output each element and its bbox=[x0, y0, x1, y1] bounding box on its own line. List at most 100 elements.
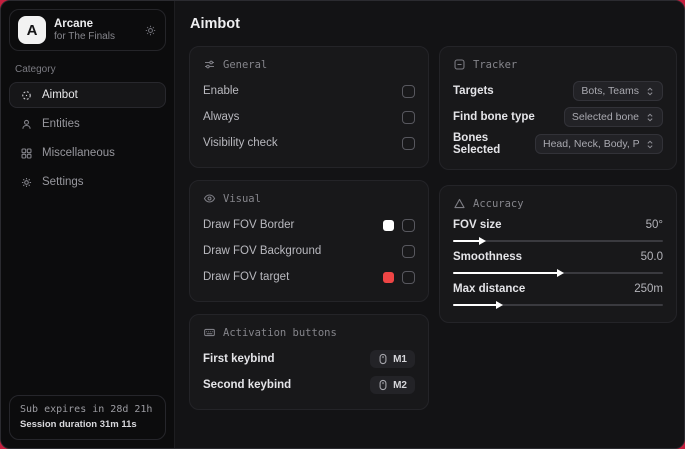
category-label: Category bbox=[15, 64, 56, 75]
scan-icon bbox=[453, 58, 466, 71]
visual-card-header: Visual bbox=[203, 192, 415, 205]
setting-label: Bones Selected bbox=[453, 132, 501, 156]
setting-label: Draw FOV Background bbox=[203, 245, 322, 257]
always-checkbox[interactable] bbox=[402, 110, 415, 124]
slider-value: 250m bbox=[634, 283, 663, 295]
setting-label: Find bone type bbox=[453, 111, 535, 123]
sidebar: A Arcane for The Finals Category Aimbot … bbox=[1, 1, 175, 448]
activation-card-title: Activation buttons bbox=[223, 326, 337, 339]
draw-fov-target-checkbox[interactable] bbox=[402, 270, 415, 284]
general-card: General Enable Always Visibility check bbox=[189, 46, 429, 168]
setting-row-second-keybind: Second keybind M2 bbox=[203, 374, 415, 396]
keyboard-icon bbox=[203, 326, 216, 339]
keybind-value: M2 bbox=[393, 379, 407, 391]
settings-gear-icon[interactable] bbox=[144, 24, 157, 37]
app-subtitle: for The Finals bbox=[54, 30, 115, 42]
setting-label: Draw FOV Border bbox=[203, 219, 295, 231]
find-bone-type-select[interactable]: Selected bone bbox=[563, 107, 663, 127]
tracker-card-header: Tracker bbox=[453, 58, 663, 71]
slider-label: Max distance bbox=[453, 283, 526, 295]
setting-row-first-keybind: First keybind M1 bbox=[203, 348, 415, 370]
column-right: Tracker Targets Bots, Teams Find bone ty… bbox=[439, 46, 677, 323]
visibility-check-checkbox[interactable] bbox=[402, 136, 415, 150]
brand-card: A Arcane for The Finals bbox=[9, 9, 166, 51]
general-card-header: General bbox=[203, 58, 415, 71]
app-name: Arcane bbox=[54, 17, 93, 30]
visual-card-title: Visual bbox=[223, 192, 261, 205]
keybind-value: M1 bbox=[393, 353, 407, 365]
triangle-icon bbox=[453, 197, 466, 210]
visual-card: Visual Draw FOV Border Draw FOV Backgrou… bbox=[189, 180, 429, 302]
setting-label: Always bbox=[203, 111, 240, 123]
max-distance-slider[interactable] bbox=[453, 301, 663, 309]
chevron-up-down-icon bbox=[645, 139, 655, 150]
sub-expires-text: Sub expires in 28d 21h bbox=[20, 404, 153, 415]
tracker-card-title: Tracker bbox=[473, 58, 518, 71]
setting-label: Visibility check bbox=[203, 137, 278, 149]
mouse-icon bbox=[378, 379, 388, 391]
eye-icon bbox=[203, 192, 216, 205]
sidebar-item-settings[interactable]: Settings bbox=[9, 169, 166, 195]
chevron-up-down-icon bbox=[645, 86, 655, 97]
activation-card: Activation buttons First keybind M1 Seco… bbox=[189, 314, 429, 410]
setting-row-enable: Enable bbox=[203, 80, 415, 102]
sliders-icon bbox=[203, 58, 216, 71]
sidebar-item-miscellaneous[interactable]: Miscellaneous bbox=[9, 140, 166, 166]
setting-label: Enable bbox=[203, 85, 239, 97]
session-duration-text: Session duration 31m 11s bbox=[20, 419, 137, 430]
slider-value: 50.0 bbox=[640, 251, 663, 263]
draw-fov-background-checkbox[interactable] bbox=[402, 244, 415, 258]
accuracy-card-header: Accuracy bbox=[453, 197, 663, 210]
accuracy-card-title: Accuracy bbox=[473, 197, 524, 210]
app-window: A Arcane for The Finals Category Aimbot … bbox=[0, 0, 685, 449]
setting-row-draw-fov-background: Draw FOV Background bbox=[203, 240, 415, 262]
activation-card-header: Activation buttons bbox=[203, 326, 415, 339]
smoothness-slider[interactable] bbox=[453, 269, 663, 277]
fov-size-slider[interactable] bbox=[453, 237, 663, 245]
setting-row-visibility-check: Visibility check bbox=[203, 132, 415, 154]
sidebar-item-label: Miscellaneous bbox=[42, 147, 115, 159]
setting-label: Second keybind bbox=[203, 379, 292, 391]
accuracy-card: Accuracy FOV size 50° Smoothness 50.0 Ma… bbox=[439, 185, 677, 323]
setting-label: First keybind bbox=[203, 353, 275, 365]
sidebar-item-entities[interactable]: Entities bbox=[9, 111, 166, 137]
chevron-up-down-icon bbox=[645, 112, 655, 123]
slider-label: Smoothness bbox=[453, 251, 523, 263]
select-value: Bots, Teams bbox=[581, 85, 639, 97]
targets-select[interactable]: Bots, Teams bbox=[573, 81, 663, 101]
setting-row-bones-selected: Bones Selected Head, Neck, Body, Pe.. bbox=[453, 132, 663, 156]
fov-target-color-swatch[interactable] bbox=[383, 271, 394, 283]
select-value: Selected bone bbox=[571, 111, 639, 123]
fov-border-color-swatch[interactable] bbox=[383, 219, 394, 231]
crosshair-icon bbox=[20, 89, 33, 102]
setting-row-draw-fov-target: Draw FOV target bbox=[203, 266, 415, 288]
setting-row-find-bone-type: Find bone type Selected bone bbox=[453, 106, 663, 128]
slider-fill bbox=[453, 269, 564, 277]
second-keybind-button[interactable]: M2 bbox=[370, 376, 415, 394]
bones-selected-select[interactable]: Head, Neck, Body, Pe.. bbox=[535, 134, 663, 154]
first-keybind-button[interactable]: M1 bbox=[370, 350, 415, 368]
session-card: Sub expires in 28d 21h Session duration … bbox=[9, 395, 166, 440]
setting-label: Draw FOV target bbox=[203, 271, 290, 283]
setting-label: Targets bbox=[453, 85, 494, 97]
enable-checkbox[interactable] bbox=[402, 84, 415, 98]
max-distance-slider-block: Max distance 250m bbox=[453, 283, 663, 309]
sidebar-item-aimbot[interactable]: Aimbot bbox=[9, 82, 166, 108]
tracker-card: Tracker Targets Bots, Teams Find bone ty… bbox=[439, 46, 677, 170]
slider-fill bbox=[453, 237, 487, 245]
sidebar-nav: Aimbot Entities Miscellaneous Settings bbox=[9, 82, 166, 195]
slider-value: 50° bbox=[645, 219, 663, 231]
slider-label: FOV size bbox=[453, 219, 502, 231]
page-title: Aimbot bbox=[190, 16, 240, 32]
brand-text: Arcane for The Finals bbox=[54, 18, 136, 43]
sidebar-item-label: Entities bbox=[42, 118, 80, 130]
select-value: Head, Neck, Body, Pe.. bbox=[543, 138, 639, 150]
smoothness-slider-block: Smoothness 50.0 bbox=[453, 251, 663, 277]
column-left: General Enable Always Visibility check V… bbox=[189, 46, 429, 410]
columns: General Enable Always Visibility check V… bbox=[189, 46, 677, 410]
slider-fill bbox=[453, 301, 504, 309]
draw-fov-border-checkbox[interactable] bbox=[402, 218, 415, 232]
sidebar-item-label: Aimbot bbox=[42, 89, 78, 101]
sidebar-item-label: Settings bbox=[42, 176, 84, 188]
